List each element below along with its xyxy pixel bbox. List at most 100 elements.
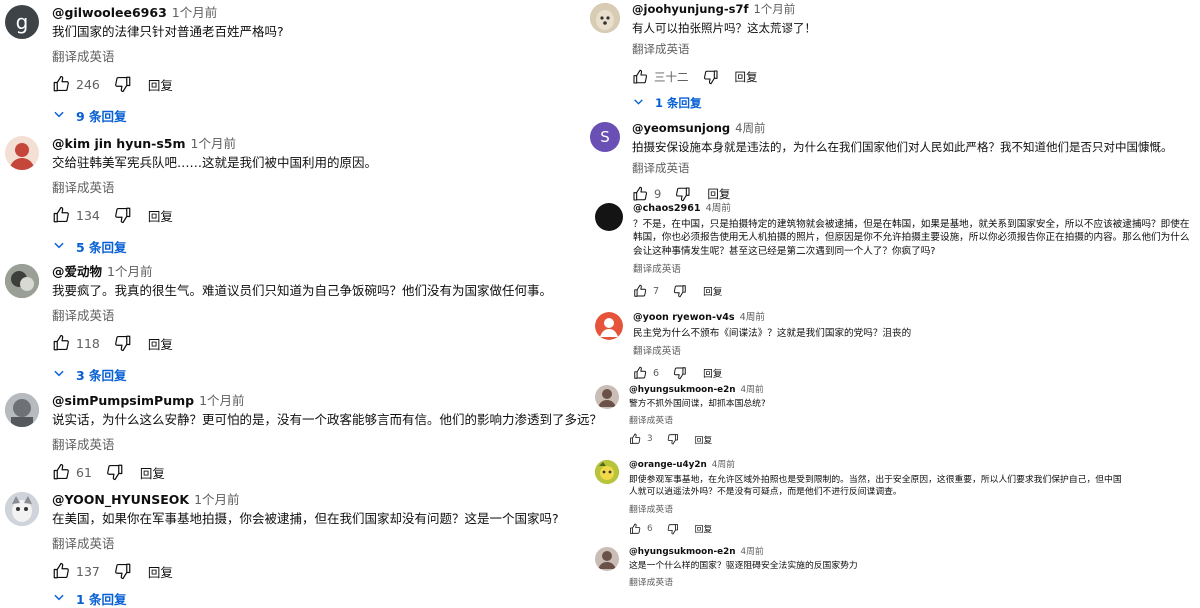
avatar[interactable] bbox=[5, 264, 39, 298]
like-count: 61 bbox=[76, 464, 92, 480]
like-icon[interactable] bbox=[52, 562, 70, 580]
translate-link[interactable]: 翻译成英语 bbox=[629, 502, 1195, 515]
avatar[interactable] bbox=[595, 203, 623, 231]
dislike-icon[interactable] bbox=[114, 75, 132, 93]
comment-author[interactable]: @orange-u4y2n bbox=[629, 460, 707, 470]
view-replies-button[interactable]: 1 条回复 bbox=[52, 589, 559, 608]
like-icon[interactable] bbox=[52, 334, 70, 352]
comment-time[interactable]: 4周前 bbox=[740, 312, 765, 323]
comment-author[interactable]: @YOON_HYUNSEOK bbox=[52, 492, 189, 507]
comment-author[interactable]: @yoon ryewon-v4s bbox=[633, 312, 735, 323]
comment-author[interactable]: @爱动物 bbox=[52, 264, 102, 279]
comment-time[interactable]: 1个月前 bbox=[753, 2, 795, 16]
comment-author[interactable]: @gilwoolee6963 bbox=[52, 5, 167, 20]
view-replies-button[interactable]: 9 条回复 bbox=[52, 106, 284, 125]
comment-text: 交给驻韩美军宪兵队吧……这就是我们被中国利用的原因。 bbox=[52, 155, 378, 170]
reply-button[interactable]: 回复 bbox=[148, 562, 173, 581]
dislike-icon[interactable] bbox=[667, 433, 679, 445]
dislike-icon[interactable] bbox=[673, 284, 687, 298]
like-icon[interactable] bbox=[633, 284, 647, 298]
comment-author[interactable]: @simPumpsimPump bbox=[52, 393, 194, 408]
reply-button[interactable]: 回复 bbox=[707, 186, 730, 202]
avatar[interactable]: g bbox=[5, 5, 39, 39]
dislike-icon[interactable] bbox=[673, 366, 687, 380]
like-icon[interactable] bbox=[633, 366, 647, 380]
view-replies-button[interactable]: 3 条回复 bbox=[52, 365, 552, 384]
avatar[interactable] bbox=[5, 136, 39, 170]
right-comment-column: @joohyunjung-s7f 1个月前 有人可以拍张照片吗？这太荒谬了！ 翻译… bbox=[585, 0, 1200, 596]
dislike-icon[interactable] bbox=[675, 186, 691, 202]
avatar[interactable] bbox=[595, 312, 623, 340]
translate-link[interactable]: 翻译成英语 bbox=[52, 305, 552, 324]
reply-button[interactable]: 回复 bbox=[695, 522, 713, 535]
like-icon[interactable] bbox=[52, 75, 70, 93]
translate-link[interactable]: 翻译成英语 bbox=[632, 41, 816, 57]
like-icon[interactable] bbox=[629, 433, 641, 445]
comment-time[interactable]: 4周前 bbox=[712, 460, 735, 470]
avatar[interactable] bbox=[595, 460, 619, 484]
like-icon[interactable] bbox=[52, 463, 70, 481]
comment-time[interactable]: 1个月前 bbox=[191, 136, 236, 151]
comment-time[interactable]: 4周前 bbox=[706, 203, 731, 214]
view-replies-button[interactable]: 1 条回复 bbox=[632, 95, 816, 111]
dislike-icon[interactable] bbox=[114, 562, 132, 580]
translate-link[interactable]: 翻译成英语 bbox=[52, 533, 559, 552]
translate-link[interactable]: 翻译成英语 bbox=[52, 46, 284, 65]
avatar[interactable] bbox=[5, 393, 39, 427]
avatar[interactable] bbox=[5, 492, 39, 526]
reply-button[interactable]: 回复 bbox=[140, 463, 165, 482]
replies-count: 1 条回复 bbox=[76, 591, 127, 607]
comment-time[interactable]: 4周前 bbox=[740, 547, 763, 557]
comment-time[interactable]: 4周前 bbox=[740, 385, 763, 395]
translate-link[interactable]: 翻译成英语 bbox=[629, 575, 858, 588]
dislike-icon[interactable] bbox=[114, 334, 132, 352]
avatar[interactable] bbox=[595, 547, 619, 571]
comment-text: 在美国，如果你在军事基地拍摄，你会被逮捕，但在我们国家却没有问题？这是一个国家吗… bbox=[52, 511, 559, 526]
translate-link[interactable]: 翻译成英语 bbox=[632, 160, 1173, 176]
like-icon[interactable] bbox=[629, 523, 641, 535]
comment-author[interactable]: @yeomsunjong bbox=[632, 121, 730, 135]
comment-item: @joohyunjung-s7f 1个月前 有人可以拍张照片吗？这太荒谬了！ 翻译… bbox=[590, 2, 1195, 110]
like-icon[interactable] bbox=[632, 186, 648, 202]
comment-author[interactable]: @kim jin hyun-s5m bbox=[52, 136, 186, 151]
translate-link[interactable]: 翻译成英语 bbox=[629, 413, 766, 426]
comment-author[interactable]: @joohyunjung-s7f bbox=[632, 2, 748, 16]
comment-time[interactable]: 4周前 bbox=[735, 121, 765, 135]
reply-button[interactable]: 回复 bbox=[148, 75, 173, 94]
chevron-down-icon bbox=[52, 107, 76, 124]
comment-author[interactable]: @hyungsukmoon-e2n bbox=[629, 547, 735, 557]
comment-time[interactable]: 1个月前 bbox=[172, 5, 217, 20]
reply-button[interactable]: 回复 bbox=[148, 206, 173, 225]
comment-text: 我们国家的法律只针对普通老百姓严格吗? bbox=[52, 24, 284, 39]
comment-time[interactable]: 1个月前 bbox=[199, 393, 244, 408]
like-icon[interactable] bbox=[52, 206, 70, 224]
reply-button[interactable]: 回复 bbox=[735, 69, 758, 85]
reply-button[interactable]: 回复 bbox=[695, 433, 713, 446]
comment-item: @kim jin hyun-s5m 1个月前 交给驻韩美军宪兵队吧……这就是我们被… bbox=[5, 136, 585, 255]
dislike-icon[interactable] bbox=[667, 523, 679, 535]
comment-author[interactable]: @hyungsukmoon-e2n bbox=[629, 385, 735, 395]
comment-item: @YOON_HYUNSEOK 1个月前 在美国，如果你在军事基地拍摄，你会被逮捕，… bbox=[5, 492, 585, 607]
translate-link[interactable]: 翻译成英语 bbox=[52, 434, 602, 453]
avatar[interactable] bbox=[595, 385, 619, 409]
reply-button[interactable]: 回复 bbox=[703, 284, 722, 298]
translate-link[interactable]: 翻译成英语 bbox=[633, 261, 1195, 275]
translate-link[interactable]: 翻译成英语 bbox=[52, 177, 377, 196]
reply-button[interactable]: 回复 bbox=[703, 366, 722, 380]
avatar[interactable]: S bbox=[590, 122, 620, 152]
comment-time[interactable]: 1个月前 bbox=[194, 492, 239, 507]
like-count: 6 bbox=[647, 523, 653, 534]
avatar[interactable] bbox=[590, 3, 620, 33]
reply-button[interactable]: 回复 bbox=[148, 334, 173, 353]
replies-count: 3 条回复 bbox=[76, 367, 127, 383]
dislike-icon[interactable] bbox=[114, 206, 132, 224]
view-replies-button[interactable]: 5 条回复 bbox=[52, 237, 377, 256]
like-count: 3 bbox=[647, 434, 653, 445]
translate-link[interactable]: 翻译成英语 bbox=[633, 343, 911, 357]
comment-author[interactable]: @chaos2961 bbox=[633, 203, 701, 214]
comment-text: 我要疯了。我真的很生气。难道议员们只知道为自己争饭碗吗？他们没有为国家做任何事。 bbox=[52, 283, 553, 298]
like-icon[interactable] bbox=[632, 69, 648, 85]
comment-time[interactable]: 1个月前 bbox=[107, 264, 152, 279]
dislike-icon[interactable] bbox=[703, 69, 719, 85]
dislike-icon[interactable] bbox=[106, 463, 124, 481]
